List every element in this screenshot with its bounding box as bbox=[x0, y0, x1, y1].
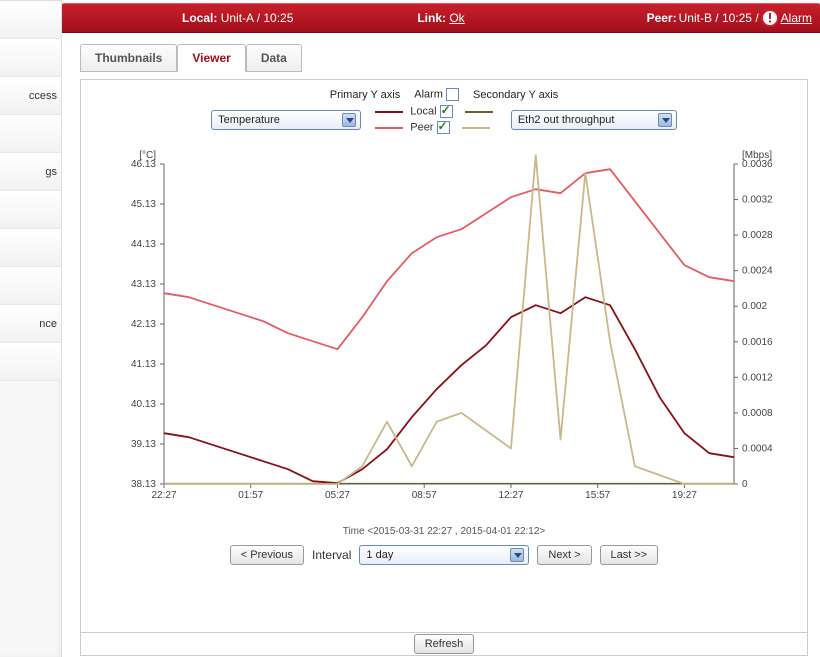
x-axis-caption: Time <2015-03-31 22:27 , 2015-04-01 22:1… bbox=[87, 526, 801, 537]
header-local: Local: Unit-A / 10:25 bbox=[182, 11, 293, 25]
time-nav: < Previous Interval 1 day Next > Last >> bbox=[87, 545, 801, 565]
svg-text:44.13: 44.13 bbox=[131, 239, 156, 250]
local-checkbox[interactable] bbox=[440, 105, 453, 118]
refresh-panel: Refresh bbox=[80, 632, 808, 656]
svg-text:[Mbps]: [Mbps] bbox=[742, 150, 772, 161]
svg-text:01:57: 01:57 bbox=[238, 490, 263, 501]
sidebar-item[interactable] bbox=[0, 343, 61, 381]
tab-data[interactable]: Data bbox=[246, 44, 302, 72]
primary-axis-label: Primary Y axis bbox=[330, 89, 401, 101]
svg-text:0.0032: 0.0032 bbox=[742, 195, 773, 206]
header-peer: Peer: Unit-B / 10:25 / Alarm bbox=[647, 9, 812, 27]
svg-text:0.0012: 0.0012 bbox=[742, 372, 773, 383]
sidebar-item[interactable] bbox=[0, 115, 61, 153]
next-button[interactable]: Next > bbox=[537, 545, 591, 565]
tab-viewer[interactable]: Viewer bbox=[177, 44, 245, 72]
sidebar-item[interactable] bbox=[0, 229, 61, 267]
secondary-select[interactable]: Eth2 out throughput bbox=[511, 110, 677, 130]
svg-text:19:27: 19:27 bbox=[672, 490, 697, 501]
chevron-down-icon bbox=[658, 113, 672, 127]
svg-text:08:57: 08:57 bbox=[412, 490, 437, 501]
viewer-panel: Primary Y axis Alarm Secondary Y axis Te… bbox=[80, 79, 808, 637]
tab-thumbnails[interactable]: Thumbnails bbox=[80, 44, 177, 72]
svg-text:15:57: 15:57 bbox=[585, 490, 610, 501]
sidebar-item[interactable]: ccess bbox=[0, 77, 61, 115]
sidebar-item[interactable] bbox=[0, 1, 61, 39]
secondary-axis-label: Secondary Y axis bbox=[473, 89, 558, 101]
interval-select[interactable]: 1 day bbox=[359, 545, 529, 565]
svg-text:[°C]: [°C] bbox=[139, 150, 156, 161]
main-panel: ThumbnailsViewerData Primary Y axis Alar… bbox=[62, 33, 820, 657]
chevron-down-icon bbox=[510, 548, 524, 562]
svg-text:41.13: 41.13 bbox=[131, 359, 156, 370]
previous-button[interactable]: < Previous bbox=[230, 545, 304, 565]
peer-checkbox-label: Peer bbox=[410, 121, 433, 133]
chart: 38.13 39.13 40.13 41.13 42.13 43.13 44.13 45.13… bbox=[94, 144, 794, 524]
svg-text:0.0008: 0.0008 bbox=[742, 408, 773, 419]
svg-text:38.13: 38.13 bbox=[131, 479, 156, 490]
svg-text:12:27: 12:27 bbox=[498, 490, 523, 501]
svg-text:0.0016: 0.0016 bbox=[742, 337, 773, 348]
svg-text:0.0004: 0.0004 bbox=[742, 443, 773, 454]
tabs: ThumbnailsViewerData bbox=[80, 43, 808, 71]
svg-text:39.13: 39.13 bbox=[131, 439, 156, 450]
svg-text:42.13: 42.13 bbox=[131, 319, 156, 330]
sidebar-item[interactable] bbox=[0, 191, 61, 229]
peer-swatch bbox=[375, 127, 403, 129]
local-swatch bbox=[375, 111, 403, 113]
link-status-link[interactable]: Ok bbox=[449, 11, 464, 25]
peer-checkbox[interactable] bbox=[437, 121, 450, 134]
eth2-swatch bbox=[462, 127, 490, 129]
svg-text:22:27: 22:27 bbox=[151, 490, 176, 501]
primary-select[interactable]: Temperature bbox=[211, 110, 361, 130]
svg-text:0.0028: 0.0028 bbox=[742, 230, 773, 241]
last-button[interactable]: Last >> bbox=[600, 545, 659, 565]
svg-text:45.13: 45.13 bbox=[131, 199, 156, 210]
svg-text:05:27: 05:27 bbox=[325, 490, 350, 501]
svg-text:0: 0 bbox=[742, 479, 748, 490]
local-checkbox-label: Local bbox=[410, 105, 436, 117]
svg-text:0.0024: 0.0024 bbox=[742, 266, 773, 277]
refresh-button[interactable]: Refresh bbox=[414, 634, 475, 654]
chevron-down-icon bbox=[342, 113, 356, 127]
svg-text:0.002: 0.002 bbox=[742, 301, 767, 312]
alarm-icon bbox=[761, 9, 779, 27]
legend-row: Primary Y axis Alarm Secondary Y axis bbox=[87, 88, 801, 101]
alarm-swatch bbox=[465, 111, 493, 113]
svg-text:40.13: 40.13 bbox=[131, 399, 156, 410]
header-bar: Local: Unit-A / 10:25 Link: Ok Peer: Uni… bbox=[62, 3, 820, 33]
header-link: Link: Ok bbox=[417, 11, 464, 25]
sidebar: ccess gs nce bbox=[0, 0, 62, 657]
sidebar-item[interactable]: nce bbox=[0, 305, 61, 343]
alarm-link[interactable]: Alarm bbox=[781, 11, 812, 25]
sidebar-item[interactable]: gs bbox=[0, 153, 61, 191]
svg-text:43.13: 43.13 bbox=[131, 279, 156, 290]
controls-row: Temperature Local Peer bbox=[87, 105, 801, 134]
interval-label: Interval bbox=[312, 548, 351, 562]
alarm-checkbox-label: Alarm bbox=[414, 88, 443, 100]
alarm-checkbox[interactable] bbox=[446, 88, 459, 101]
sidebar-item[interactable] bbox=[0, 267, 61, 305]
sidebar-item[interactable] bbox=[0, 39, 61, 77]
